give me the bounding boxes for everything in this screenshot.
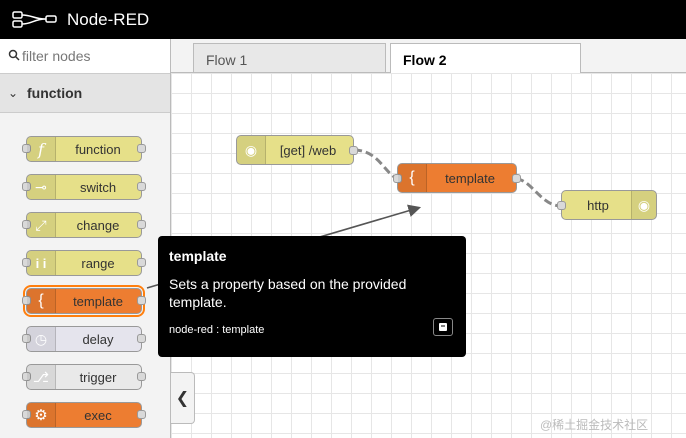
tooltip-title: template — [169, 248, 227, 264]
tooltip-body: Sets a property based on the provided te… — [169, 276, 407, 310]
drag-arrow-layer — [146, 204, 422, 289]
book-icon[interactable] — [433, 318, 453, 336]
watermark: @稀土掘金技术社区 — [540, 418, 649, 432]
chevron-left-icon: ❮ — [175, 390, 190, 407]
node-help-tooltip: template Sets a property based on the pr… — [158, 236, 466, 357]
toggle-palette-button[interactable]: ❮ — [171, 372, 195, 424]
tooltip-source: node-red : template — [169, 324, 265, 336]
